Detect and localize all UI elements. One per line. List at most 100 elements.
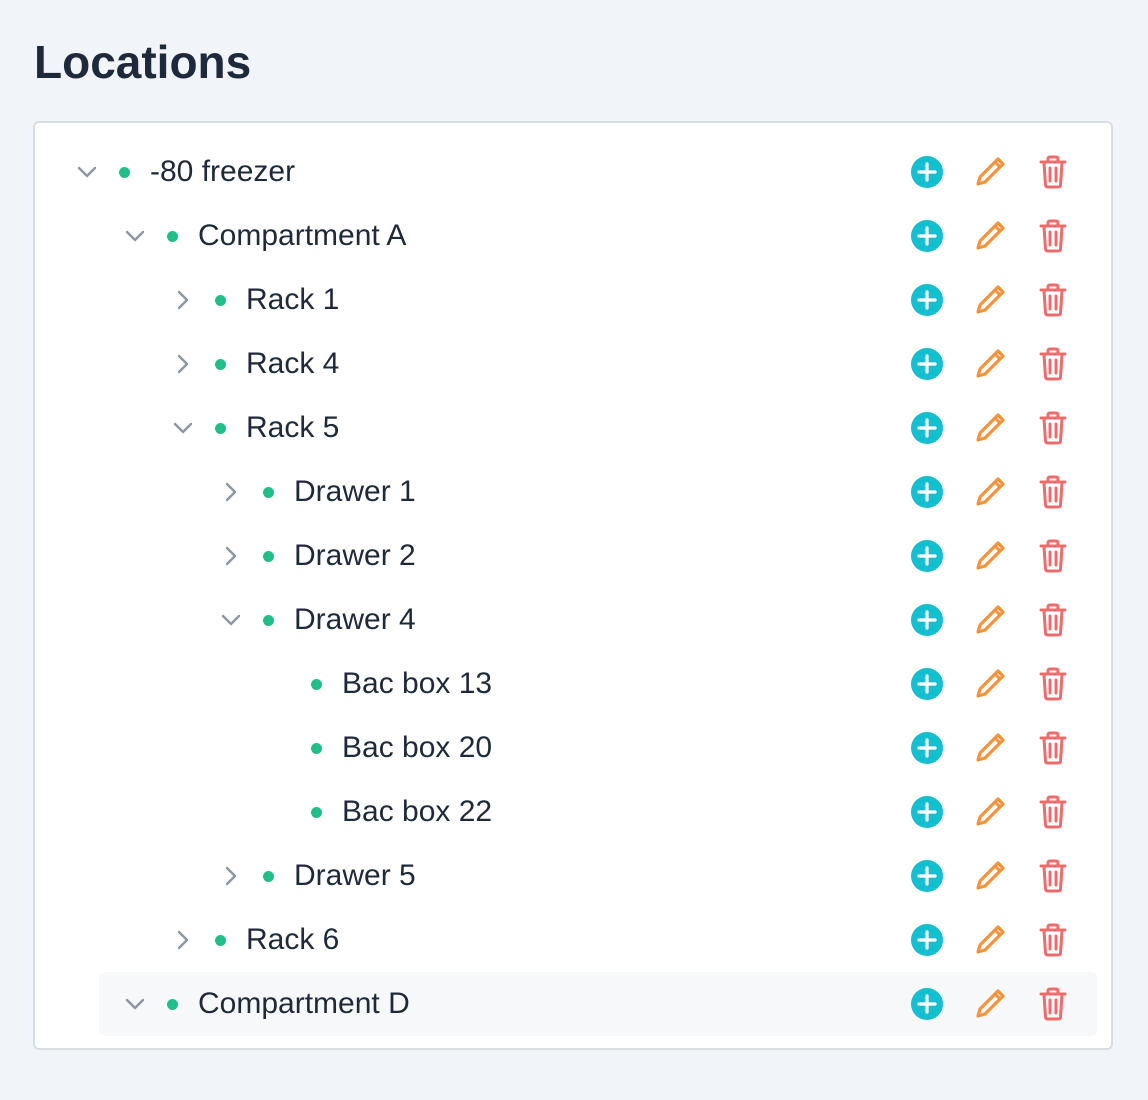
plus-circle-icon — [911, 732, 943, 764]
tree-row[interactable]: Bac box 20 — [267, 716, 492, 780]
tree-item-label[interactable]: Rack 6 — [246, 920, 339, 960]
delete-button[interactable] — [1035, 282, 1071, 318]
tree-item-label[interactable]: Rack 1 — [246, 280, 339, 320]
edit-button[interactable] — [971, 282, 1007, 318]
tree-row[interactable]: Rack 4 — [171, 332, 339, 396]
chevron-right-icon[interactable] — [171, 288, 195, 312]
tree-row[interactable]: Rack 1 — [171, 268, 339, 332]
edit-button[interactable] — [971, 794, 1007, 830]
pencil-icon — [976, 541, 1005, 570]
tree-row[interactable]: Drawer 4 — [219, 588, 416, 652]
chevron-down-icon[interactable] — [123, 224, 147, 248]
edit-button[interactable] — [971, 730, 1007, 766]
chevron-right-icon[interactable] — [171, 928, 195, 952]
tree-item-label[interactable]: Rack 5 — [246, 408, 339, 448]
tree-item-label[interactable]: Drawer 1 — [294, 472, 416, 512]
add-child-button[interactable] — [909, 538, 945, 574]
add-child-button[interactable] — [909, 474, 945, 510]
tree-row[interactable]: Bac box 13 — [267, 652, 492, 716]
chevron-down-icon[interactable] — [171, 416, 195, 440]
add-child-button[interactable] — [909, 986, 945, 1022]
tree-item-label[interactable]: Drawer 5 — [294, 856, 416, 896]
delete-button[interactable] — [1035, 986, 1071, 1022]
delete-button[interactable] — [1035, 794, 1071, 830]
tree-row[interactable]: Drawer 2 — [219, 524, 416, 588]
add-child-button[interactable] — [909, 410, 945, 446]
tree-row[interactable]: Compartment A — [123, 204, 406, 268]
chevron-right-icon[interactable] — [219, 480, 243, 504]
tree-item-label[interactable]: Compartment D — [198, 984, 410, 1024]
chevron-right-icon[interactable] — [219, 864, 243, 888]
add-child-button[interactable] — [909, 666, 945, 702]
edit-button[interactable] — [971, 986, 1007, 1022]
tree-row[interactable]: Rack 5 — [171, 396, 339, 460]
edit-button[interactable] — [971, 666, 1007, 702]
chevron-down-icon[interactable] — [123, 992, 147, 1016]
row-actions — [909, 538, 1073, 574]
row-actions — [909, 410, 1073, 446]
chevron-down-icon[interactable] — [219, 608, 243, 632]
status-dot — [263, 870, 274, 882]
row-actions — [909, 922, 1073, 958]
delete-button[interactable] — [1035, 730, 1071, 766]
plus-circle-icon — [911, 348, 943, 380]
tree-item-label[interactable]: Rack 4 — [246, 344, 339, 384]
add-child-button[interactable] — [909, 730, 945, 766]
tree-item-label[interactable]: Bac box 22 — [342, 792, 492, 832]
edit-button[interactable] — [971, 922, 1007, 958]
pencil-icon — [976, 989, 1005, 1018]
tree-row[interactable]: Drawer 1 — [219, 460, 416, 524]
edit-button[interactable] — [971, 602, 1007, 638]
trash-icon — [1039, 795, 1067, 829]
chevron-right-icon[interactable] — [171, 352, 195, 376]
tree-item-label[interactable]: Drawer 2 — [294, 536, 416, 576]
edit-button[interactable] — [971, 154, 1007, 190]
edit-button[interactable] — [971, 346, 1007, 382]
add-child-button[interactable] — [909, 346, 945, 382]
add-child-button[interactable] — [909, 602, 945, 638]
add-child-button[interactable] — [909, 858, 945, 894]
delete-button[interactable] — [1035, 218, 1071, 254]
edit-button[interactable] — [971, 474, 1007, 510]
add-child-button[interactable] — [909, 282, 945, 318]
chevron-right-icon[interactable] — [219, 544, 243, 568]
chevron-down-icon[interactable] — [75, 160, 99, 184]
delete-button[interactable] — [1035, 538, 1071, 574]
edit-button[interactable] — [971, 858, 1007, 894]
add-child-button[interactable] — [909, 218, 945, 254]
pencil-icon — [976, 861, 1005, 890]
add-child-button[interactable] — [909, 922, 945, 958]
delete-button[interactable] — [1035, 154, 1071, 190]
tree-item-label[interactable]: Bac box 13 — [342, 664, 492, 704]
delete-button[interactable] — [1035, 858, 1071, 894]
delete-button[interactable] — [1035, 410, 1071, 446]
tree-item-label[interactable]: Compartment A — [198, 216, 406, 256]
delete-button[interactable] — [1035, 474, 1071, 510]
edit-button[interactable] — [971, 410, 1007, 446]
status-dot — [167, 230, 178, 242]
add-child-button[interactable] — [909, 794, 945, 830]
row-actions — [909, 986, 1073, 1022]
edit-button[interactable] — [971, 538, 1007, 574]
pencil-icon — [976, 413, 1005, 442]
tree-row[interactable]: Drawer 5 — [219, 844, 416, 908]
plus-circle-icon — [911, 668, 943, 700]
edit-button[interactable] — [971, 218, 1007, 254]
delete-button[interactable] — [1035, 602, 1071, 638]
delete-button[interactable] — [1035, 346, 1071, 382]
status-dot — [263, 614, 274, 626]
row-actions — [909, 218, 1073, 254]
add-child-button[interactable] — [909, 154, 945, 190]
tree-item-label[interactable]: Drawer 4 — [294, 600, 416, 640]
delete-button[interactable] — [1035, 922, 1071, 958]
plus-circle-icon — [911, 924, 943, 956]
tree-row[interactable]: -80 freezer — [75, 140, 295, 204]
tree-row[interactable]: Rack 6 — [171, 908, 339, 972]
delete-button[interactable] — [1035, 666, 1071, 702]
tree-row[interactable]: Bac box 22 — [267, 780, 492, 844]
tree-item-label[interactable]: -80 freezer — [150, 152, 295, 192]
status-dot — [263, 486, 274, 498]
tree-item-label[interactable]: Bac box 20 — [342, 728, 492, 768]
plus-circle-icon — [911, 860, 943, 892]
